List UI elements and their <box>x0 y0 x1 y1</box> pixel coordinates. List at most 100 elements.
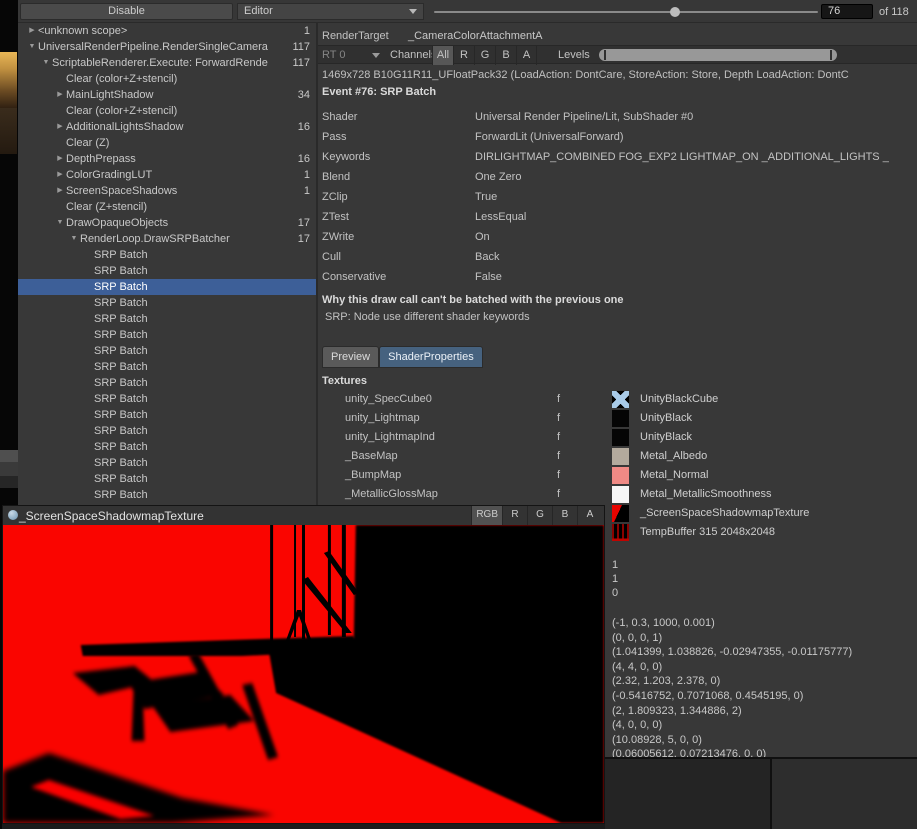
tree-row-count <box>310 295 316 311</box>
tree-row[interactable]: ▶ColorGradingLUT1 <box>18 167 316 183</box>
levels-range-slider[interactable] <box>599 49 837 61</box>
texture-row[interactable]: _BaseMapfMetal_Albedo <box>318 447 917 466</box>
tree-row[interactable]: SRP Batch <box>18 327 316 343</box>
tree-row[interactable]: ▶AdditionalLightsShadow16 <box>18 119 316 135</box>
shader-property-row: CullBack <box>318 247 917 267</box>
preview-channel-button-a[interactable]: A <box>577 506 602 525</box>
tree-row-count <box>310 247 316 263</box>
texture-thumbnail-tempbuffer-icon[interactable] <box>612 524 629 541</box>
texture-row[interactable]: unity_LightmapfUnityBlack <box>318 409 917 428</box>
no-icon <box>82 439 94 455</box>
texture-thumbnail-black-icon[interactable] <box>612 429 629 446</box>
rt-index-dropdown[interactable]: RT 0 <box>322 49 345 61</box>
channel-button-b[interactable]: B <box>495 46 516 65</box>
preview-channel-button-g[interactable]: G <box>527 506 552 525</box>
tree-row[interactable]: ▶<unknown scope>1 <box>18 23 316 39</box>
triangle-right-icon[interactable]: ▶ <box>26 23 38 39</box>
preview-channel-button-rgb[interactable]: RGB <box>471 506 502 525</box>
tree-row[interactable]: ▼RenderLoop.DrawSRPBatcher17 <box>18 231 316 247</box>
tree-row[interactable]: SRP Batch <box>18 343 316 359</box>
texture-thumbnail-white-icon[interactable] <box>612 486 629 503</box>
target-select-dropdown[interactable]: Editor <box>237 3 424 20</box>
texture-thumbnail-normal-icon[interactable] <box>612 467 629 484</box>
disable-button[interactable]: Disable <box>20 3 233 20</box>
triangle-right-icon[interactable]: ▶ <box>54 183 66 199</box>
tree-row[interactable]: ▼UniversalRenderPipeline.RenderSingleCam… <box>18 39 316 55</box>
tree-row-label: UniversalRenderPipeline.RenderSingleCame… <box>38 39 292 55</box>
triangle-right-icon[interactable]: ▶ <box>54 119 66 135</box>
tab-shaderproperties[interactable]: ShaderProperties <box>379 346 483 368</box>
property-value: DIRLIGHTMAP_COMBINED FOG_EXP2 LIGHTMAP_O… <box>475 147 917 167</box>
tree-row[interactable]: SRP Batch <box>18 407 316 423</box>
tree-row[interactable]: SRP Batch <box>18 263 316 279</box>
tree-row-count <box>310 455 316 471</box>
triangle-right-icon[interactable]: ▶ <box>54 167 66 183</box>
tree-row[interactable]: Clear (Z) <box>18 135 316 151</box>
frame-slider-track[interactable] <box>434 11 818 13</box>
tree-row-label: Clear (color+Z+stencil) <box>66 71 310 87</box>
tree-row[interactable]: SRP Batch <box>18 247 316 263</box>
frame-slider-thumb[interactable] <box>670 7 680 17</box>
channel-button-all[interactable]: All <box>432 46 453 65</box>
channel-button-a[interactable]: A <box>516 46 537 65</box>
triangle-right-icon[interactable]: ▶ <box>54 151 66 167</box>
texture-row[interactable]: _MetallicGlossMapfMetal_MetallicSmoothne… <box>318 485 917 504</box>
tree-row[interactable]: SRP Batch <box>18 375 316 391</box>
tree-row[interactable]: SRP Batch <box>18 439 316 455</box>
tree-row[interactable]: SRP Batch <box>18 471 316 487</box>
preview-channel-button-r[interactable]: R <box>502 506 527 525</box>
texture-thumbnail-black-icon[interactable] <box>612 410 629 427</box>
tree-row[interactable]: SRP Batch <box>18 295 316 311</box>
tree-row[interactable]: ▶MainLightShadow34 <box>18 87 316 103</box>
tree-row[interactable]: Clear (Z+stencil) <box>18 199 316 215</box>
event-tree-panel: ▶<unknown scope>1▼UniversalRenderPipelin… <box>18 23 318 505</box>
tree-row[interactable]: Clear (color+Z+stencil) <box>18 71 316 87</box>
triangle-down-icon[interactable]: ▼ <box>68 231 80 247</box>
channel-button-g[interactable]: G <box>474 46 495 65</box>
tree-row-label: SRP Batch <box>94 455 310 471</box>
triangle-down-icon[interactable]: ▼ <box>54 215 66 231</box>
triangle-right-icon[interactable]: ▶ <box>54 87 66 103</box>
vector-value: (4, 0, 0, 0) <box>612 718 852 733</box>
tree-row[interactable]: ▶ScreenSpaceShadows1 <box>18 183 316 199</box>
tree-row[interactable]: ▶DepthPrepass16 <box>18 151 316 167</box>
frame-number-input[interactable]: 76 <box>821 4 873 19</box>
no-icon <box>82 455 94 471</box>
levels-min-handle[interactable] <box>604 50 606 60</box>
shader-property-row: ZTestLessEqual <box>318 207 917 227</box>
texture-thumbnail-shadowmap-icon[interactable] <box>612 505 629 522</box>
scene-gold-object <box>0 52 17 108</box>
tree-row[interactable]: SRP Batch <box>18 487 316 503</box>
tree-row[interactable]: SRP Batch <box>18 423 316 439</box>
no-icon <box>54 199 66 215</box>
render-target-label: RenderTarget <box>322 30 389 42</box>
tree-row[interactable]: SRP Batch <box>18 311 316 327</box>
tab-preview[interactable]: Preview <box>322 346 379 368</box>
texture-row[interactable]: unity_LightmapIndfUnityBlack <box>318 428 917 447</box>
tree-row[interactable]: ▼ScriptableRenderer.Execute: ForwardRend… <box>18 55 316 71</box>
tree-row[interactable]: SRP Batch <box>18 279 316 295</box>
triangle-down-icon[interactable]: ▼ <box>40 55 52 71</box>
tree-row[interactable]: SRP Batch <box>18 391 316 407</box>
tree-row-count: 1 <box>304 167 316 183</box>
preview-titlebar[interactable]: _ScreenSpaceShadowmapTexture RGBRGBA <box>3 506 604 525</box>
channel-button-r[interactable]: R <box>453 46 474 65</box>
tree-row[interactable]: SRP Batch <box>18 359 316 375</box>
texture-row[interactable]: _BumpMapfMetal_Normal <box>318 466 917 485</box>
preview-channel-button-b[interactable]: B <box>552 506 577 525</box>
property-label: ZClip <box>322 187 348 207</box>
tree-row[interactable]: ▼DrawOpaqueObjects17 <box>18 215 316 231</box>
no-icon <box>82 359 94 375</box>
levels-max-handle[interactable] <box>830 50 832 60</box>
tree-row[interactable]: Clear (color+Z+stencil) <box>18 103 316 119</box>
shader-property-row: ZClipTrue <box>318 187 917 207</box>
texture-thumbnail-blackcube-icon[interactable] <box>612 391 629 408</box>
tree-row-label: SRP Batch <box>94 311 310 327</box>
triangle-down-icon[interactable]: ▼ <box>26 39 38 55</box>
no-icon <box>82 343 94 359</box>
texture-row[interactable]: unity_SpecCube0fUnityBlackCube <box>318 390 917 409</box>
tree-row-count <box>310 439 316 455</box>
preview-window-bottom-edge <box>2 824 605 829</box>
tree-row[interactable]: SRP Batch <box>18 455 316 471</box>
texture-thumbnail-albedo-icon[interactable] <box>612 448 629 465</box>
